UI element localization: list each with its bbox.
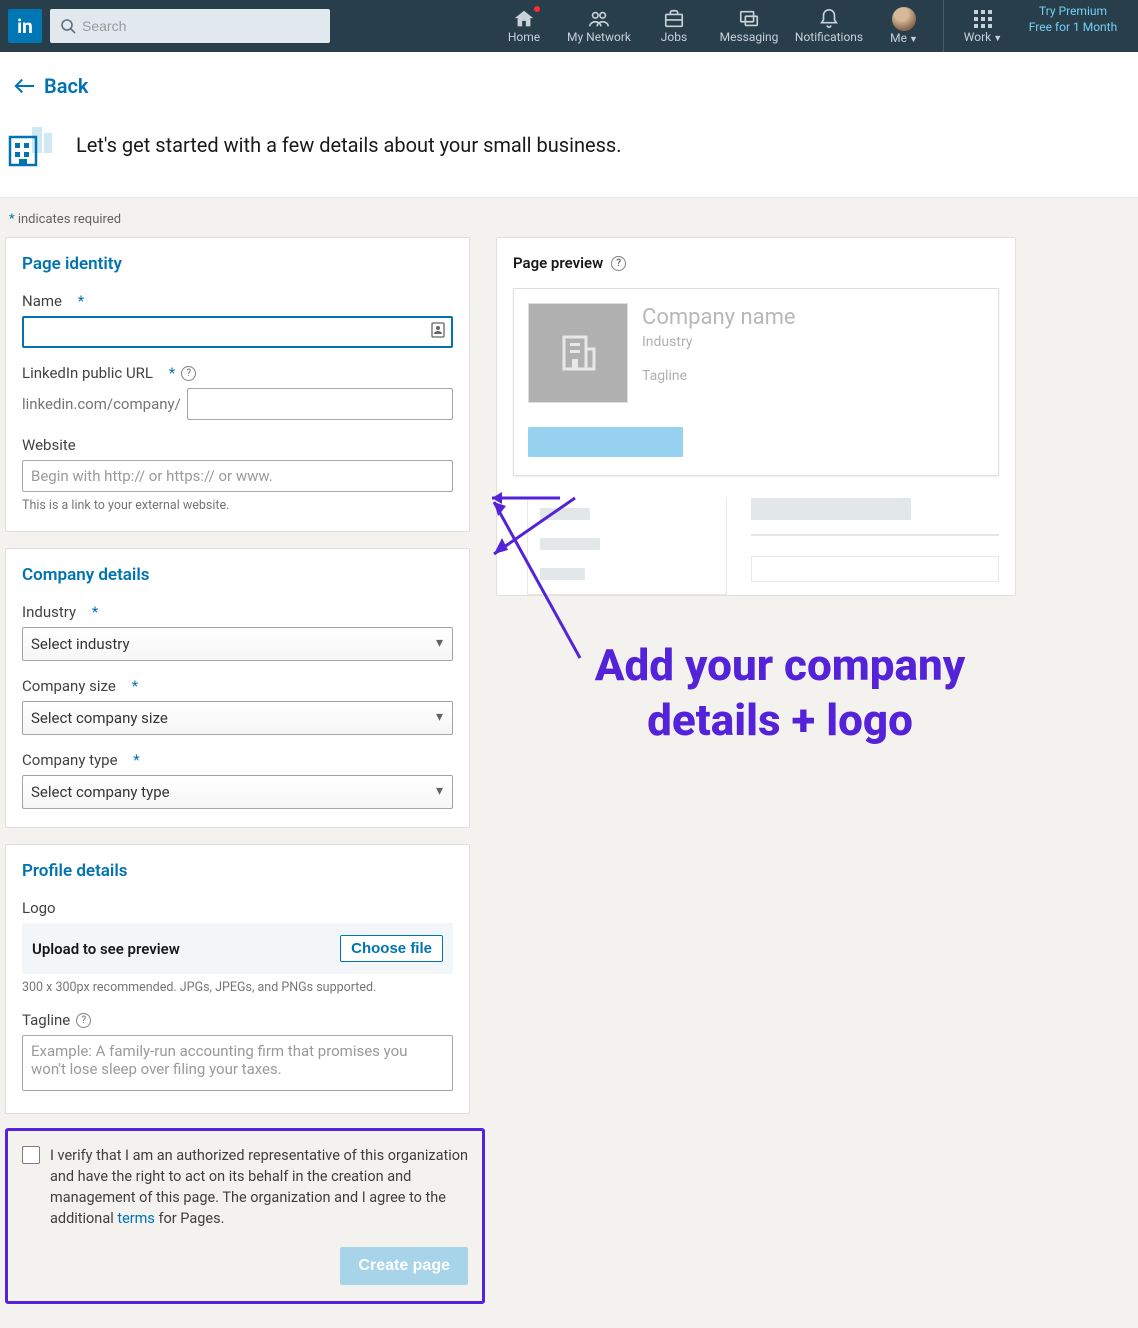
type-label: Company type * [22,751,453,769]
nav-label: Jobs [661,30,687,44]
briefcase-icon [663,8,685,30]
verify-text: I verify that I am an authorized represe… [50,1145,468,1229]
back-link[interactable]: Back [14,74,88,98]
website-help: This is a link to your external website. [22,498,453,513]
nav-label: Home [508,30,540,44]
nav-label: Me▼ [890,31,918,45]
search-icon [60,18,76,38]
nav-home[interactable]: Home [489,0,559,52]
nav-notifications[interactable]: Notifications [789,0,869,52]
apps-grid-icon [973,8,993,30]
nav-separator [943,0,944,52]
notification-dot [533,5,541,13]
company-details-card: Company details Industry * Select indust… [5,548,470,828]
caret-down-icon: ▼ [909,35,918,45]
nav-label: Messaging [720,30,779,44]
nav-messaging[interactable]: Messaging [709,0,789,52]
page-identity-card: Page identity Name * LinkedIn public URL… [5,237,470,532]
preview-company-name: Company name [642,305,796,330]
company-type-select[interactable]: Select company type [22,775,453,809]
home-icon [513,8,535,30]
network-icon [588,8,610,30]
help-icon[interactable]: ? [76,1013,91,1028]
verify-box: I verify that I am an authorized represe… [5,1128,485,1304]
messaging-icon [738,8,760,30]
small-business-icon [8,121,56,169]
name-input[interactable] [22,316,453,348]
create-page-button[interactable]: Create page [340,1247,468,1285]
logo-help: 300 x 300px recommended. JPGs, JPEGs, an… [22,980,453,995]
linkedin-logo[interactable]: in [8,9,42,43]
nav-label: My Network [567,30,631,44]
required-note: * indicates required [5,208,1133,237]
premium-line1: Try Premium [1018,4,1128,20]
preview-industry: Industry [642,334,796,350]
premium-line2: Free for 1 Month [1018,20,1128,36]
choose-file-button[interactable]: Choose file [340,935,443,962]
nav-network[interactable]: My Network [559,0,639,52]
nav-label: Notifications [795,30,863,44]
industry-label: Industry * [22,603,453,621]
tagline-input[interactable] [22,1035,453,1091]
top-nav: in Home My Network Jobs Messaging Notifi… [0,0,1138,52]
nav-work[interactable]: Work▼ [948,0,1018,52]
section-title: Company details [22,565,453,585]
section-title: Profile details [22,861,453,881]
preview-skeleton [527,498,999,595]
terms-link[interactable]: terms [117,1210,155,1227]
url-label: LinkedIn public URL * ? [22,364,453,382]
nav-premium[interactable]: Try Premium Free for 1 Month [1018,0,1128,52]
contacts-icon[interactable] [431,322,445,342]
nav-jobs[interactable]: Jobs [639,0,709,52]
size-label: Company size * [22,677,453,695]
logo-label: Logo [22,899,453,917]
nav-me[interactable]: Me▼ [869,0,939,52]
bell-icon [818,8,840,30]
page-preview-card: Page preview ? Company name Industry Tag… [496,237,1016,596]
name-label: Name * [22,292,453,310]
preview-button-placeholder [528,427,683,457]
website-label: Website [22,436,453,454]
search-box [50,9,330,43]
company-size-select[interactable]: Select company size [22,701,453,735]
back-label: Back [44,74,88,98]
website-input[interactable] [22,460,453,492]
tagline-label: Tagline ? [22,1011,453,1029]
avatar [892,7,916,31]
preview-title: Page preview ? [513,254,999,272]
preview-logo-placeholder [528,303,628,403]
caret-down-icon: ▼ [993,34,1002,44]
url-prefix: linkedin.com/company/ [22,395,181,413]
industry-select[interactable]: Select industry [22,627,453,661]
nav-label: Work▼ [964,30,1002,44]
preview-tagline: Tagline [642,368,796,384]
preview-box: Company name Industry Tagline [513,288,999,476]
public-url-input[interactable] [187,388,453,420]
verify-checkbox[interactable] [22,1146,40,1164]
arrow-left-icon [14,77,36,95]
intro-heading: Let's get started with a few details abo… [76,133,622,157]
help-icon[interactable]: ? [181,366,196,381]
profile-details-card: Profile details Logo Upload to see previ… [5,844,470,1114]
upload-placeholder-text: Upload to see preview [32,940,180,958]
help-icon[interactable]: ? [611,256,626,271]
section-title: Page identity [22,254,453,274]
search-input[interactable] [50,9,330,43]
